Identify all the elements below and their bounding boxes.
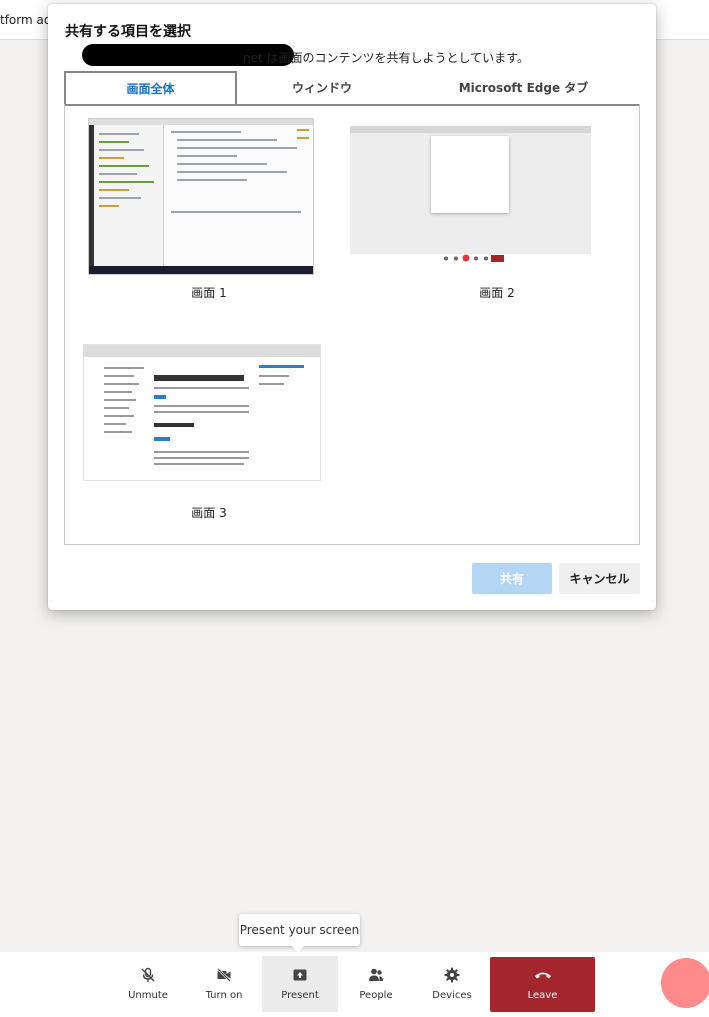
present-button[interactable]: Present xyxy=(262,956,338,1012)
screen-3-label: 画面 3 xyxy=(191,506,227,520)
people-icon xyxy=(369,968,383,981)
screen-option-3[interactable]: 画面 3 xyxy=(65,324,353,524)
devices-label: Devices xyxy=(432,990,472,1001)
leave-button[interactable]: Leave xyxy=(490,957,595,1012)
avatar[interactable] xyxy=(661,958,709,1008)
screen-2-controls xyxy=(444,254,504,262)
tab-window[interactable]: ウィンドウ xyxy=(237,71,407,104)
screen-1-label: 画面 1 xyxy=(191,286,227,300)
screen-3-thumbnail xyxy=(83,344,321,481)
mic-off-icon xyxy=(141,967,155,982)
source-tabs: 画面全体 ウィンドウ Microsoft Edge タブ xyxy=(64,71,640,106)
background-partial-text: tform ad. xyxy=(0,13,56,27)
screen-2-thumbnail xyxy=(350,126,591,254)
dialog-subtitle: net は画面のコンテンツを共有しようとしています。 xyxy=(243,51,529,65)
screen-list: 画面 1 画面 2 画面 3 xyxy=(64,104,640,545)
present-label: Present xyxy=(281,990,319,1001)
people-label: People xyxy=(359,990,393,1001)
screen-2-label: 画面 2 xyxy=(479,286,515,300)
devices-button[interactable]: Devices xyxy=(414,956,490,1012)
people-button[interactable]: People xyxy=(338,956,414,1012)
cancel-button[interactable]: キャンセル xyxy=(559,563,640,594)
leave-label: Leave xyxy=(527,989,558,1001)
screen-option-1[interactable]: 画面 1 xyxy=(65,104,353,304)
turn-on-label: Turn on xyxy=(205,990,243,1001)
dialog-title: 共有する項目を選択 xyxy=(65,24,191,40)
unmute-button[interactable]: Unmute xyxy=(110,956,186,1012)
tab-edge-tab[interactable]: Microsoft Edge タブ xyxy=(407,71,640,104)
share-button[interactable]: 共有 xyxy=(472,563,552,594)
screen-option-2[interactable]: 画面 2 xyxy=(350,104,641,304)
share-screen-dialog: 共有する項目を選択 net は画面のコンテンツを共有しようとしています。 画面全… xyxy=(48,4,656,610)
gear-icon xyxy=(444,967,460,983)
tab-entire-screen[interactable]: 画面全体 xyxy=(64,71,237,104)
camera-off-icon xyxy=(217,968,231,982)
screen-1-thumbnail xyxy=(88,118,314,275)
turn-on-camera-button[interactable]: Turn on xyxy=(186,956,262,1012)
present-tooltip: Present your screen xyxy=(239,914,360,952)
unmute-label: Unmute xyxy=(128,990,168,1001)
phone-hangup-icon xyxy=(534,972,551,978)
present-icon xyxy=(293,969,307,981)
meeting-toolbar: Unmute Turn on Present People Devices Le… xyxy=(0,952,709,1017)
